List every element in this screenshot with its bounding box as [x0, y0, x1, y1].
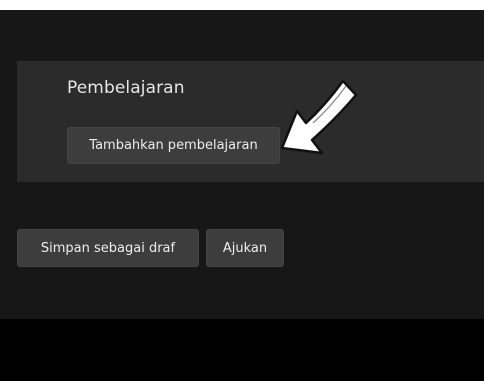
add-learning-button[interactable]: Tambahkan pembelajaran [67, 127, 280, 164]
section-title: Pembelajaran [67, 78, 185, 98]
screenshot-frame: Pembelajaran Tambahkan pembelajaran Simp… [0, 0, 484, 385]
bottom-bar [0, 319, 484, 381]
app-window: Pembelajaran Tambahkan pembelajaran Simp… [0, 10, 484, 381]
save-draft-button[interactable]: Simpan sebagai draf [17, 229, 199, 267]
learning-section: Pembelajaran Tambahkan pembelajaran [17, 61, 484, 182]
submit-button[interactable]: Ajukan [206, 229, 284, 267]
